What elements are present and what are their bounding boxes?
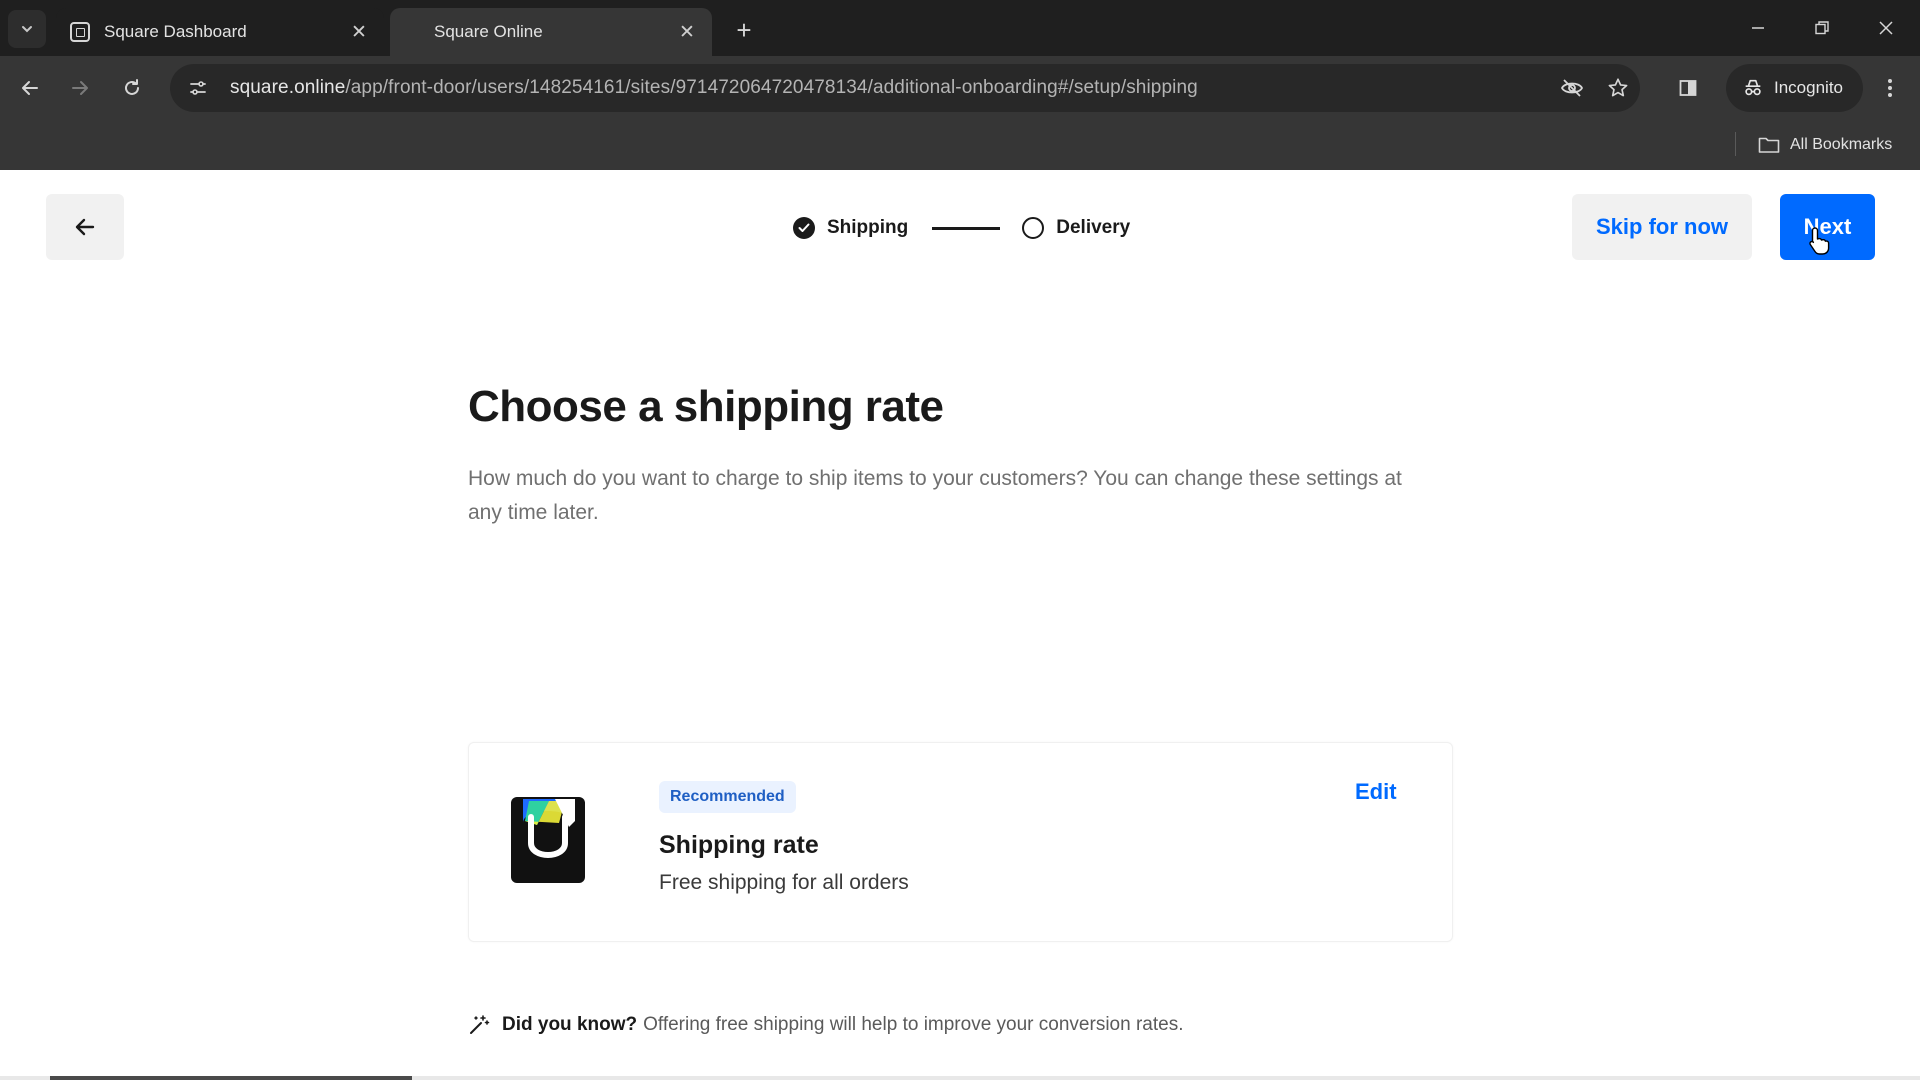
close-icon[interactable]: ✕ [348,21,370,43]
step-label: Delivery [1056,217,1131,238]
incognito-icon [1742,77,1764,99]
tab-search-button[interactable] [8,10,46,48]
tab-square-dashboard[interactable]: Square Dashboard ✕ [56,8,384,56]
divider [1735,132,1736,156]
browser-toolbar: square.online/app/front-door/users/14825… [0,56,1920,120]
new-tab-button[interactable]: + [728,14,760,46]
onboarding-page: Shipping Delivery Skip for now Next Choo… [0,170,1920,1080]
folder-icon [1758,136,1780,154]
tab-title: Square Online [434,22,543,41]
shipping-rate-description: Free shipping for all orders [659,871,909,894]
close-window-icon[interactable] [1868,12,1904,44]
eye-off-icon[interactable] [1552,68,1592,108]
all-bookmarks-label: All Bookmarks [1790,136,1893,153]
side-panel-icon[interactable] [1668,68,1708,108]
tab-square-online[interactable]: Square Online ✕ [390,8,712,56]
progress-stepper: Shipping Delivery [793,215,1130,241]
did-you-know-tip: Did you know? Offering free shipping wil… [468,1014,1183,1036]
forward-nav-icon[interactable] [60,68,100,108]
arrow-left-icon [75,218,95,236]
restore-icon[interactable] [1804,12,1840,44]
back-nav-icon[interactable] [10,68,50,108]
shipping-rate-card: Recommended Shipping rate Free shipping … [468,742,1453,942]
tip-heading: Did you know? [502,1014,638,1035]
minimize-icon[interactable] [1740,12,1776,44]
close-icon[interactable]: ✕ [676,21,698,43]
recommended-badge: Recommended [659,781,796,813]
tip-text: Offering free shipping will help to impr… [643,1014,1184,1035]
url-host: square.online [230,77,346,98]
kebab-menu-icon[interactable] [1870,68,1910,108]
page-subtitle: How much do you want to charge to ship i… [468,467,1402,524]
url-text: square.online/app/front-door/users/14825… [230,77,1198,99]
shipping-rate-title: Shipping rate [659,831,819,859]
site-settings-icon[interactable] [178,68,218,108]
bookmarks-bar: All Bookmarks [0,120,1920,170]
check-circle-icon [793,217,815,239]
page-progress-bar [0,1076,1920,1080]
step-label: Shipping [827,217,909,238]
main-content: Choose a shipping rate How much do you w… [468,382,1458,1035]
browser-chrome: Square Dashboard ✕ Square Online ✕ + squ… [0,0,1920,170]
star-icon[interactable] [1598,68,1638,108]
tab-title: Square Dashboard [104,22,247,41]
incognito-indicator[interactable]: Incognito [1726,64,1863,112]
shopping-bag-icon [511,797,585,883]
reload-icon[interactable] [112,68,152,108]
chevron-down-icon [22,26,32,33]
step-connector [932,226,1001,230]
skip-for-now-button[interactable]: Skip for now [1572,194,1752,260]
address-bar[interactable]: square.online/app/front-door/users/14825… [170,64,1640,112]
all-bookmarks-button[interactable]: All Bookmarks [1758,130,1892,160]
step-shipping: Shipping [793,217,908,239]
page-progress-fill [50,1076,412,1080]
empty-circle-icon [1022,217,1045,239]
square-favicon-icon [70,22,90,42]
mouse-cursor-icon [1809,227,1830,255]
magic-wand-icon [468,1014,490,1036]
edit-link[interactable]: Edit [1355,779,1397,805]
url-path: /app/front-door/users/148254161/sites/97… [345,77,1198,98]
back-button[interactable] [46,194,124,260]
incognito-label: Incognito [1774,78,1843,97]
tab-strip: Square Dashboard ✕ Square Online ✕ + [0,0,1920,56]
step-delivery: Delivery [1022,217,1130,239]
page-title: Choose a shipping rate [468,382,944,431]
